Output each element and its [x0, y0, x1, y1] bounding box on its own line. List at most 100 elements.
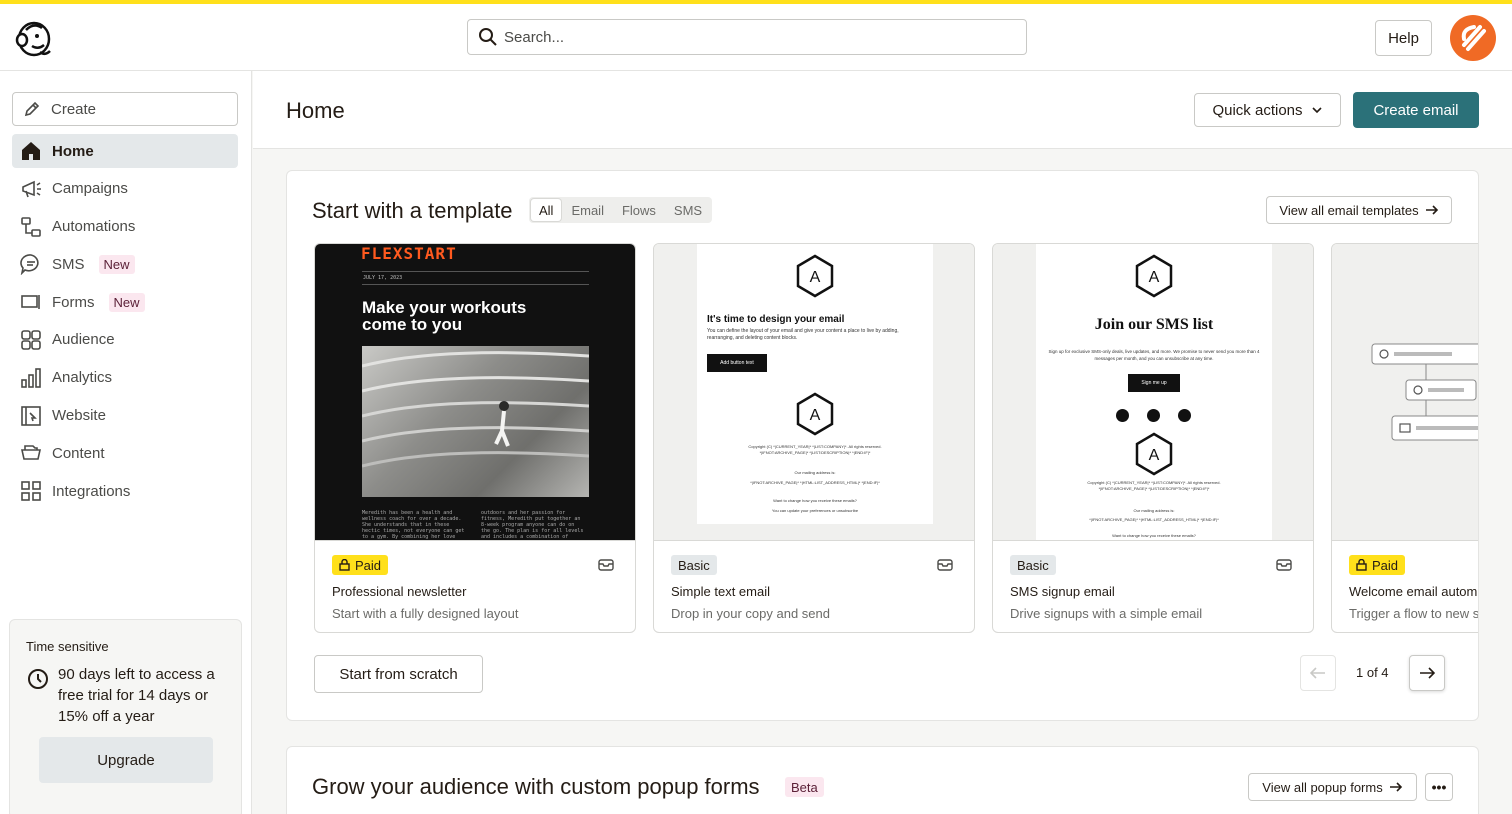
main-content: Home Quick actions Create email Start wi…: [253, 71, 1512, 814]
home-icon: [22, 142, 40, 160]
template-card[interactable]: FLEXSTART JULY 17, 2023 Make your workou…: [314, 243, 636, 633]
runner-photo-icon: [361, 351, 590, 468]
help-button[interactable]: Help: [1375, 20, 1432, 56]
badge-label: Paid: [355, 557, 382, 573]
sidebar-item-website[interactable]: Website: [12, 399, 238, 433]
form-icon: [21, 295, 40, 310]
sidebar-item-campaigns[interactable]: Campaigns: [12, 172, 238, 206]
template-card[interactable]: A It's time to design your email You can…: [653, 243, 975, 633]
template-filter-tabs: All Email Flows SMS: [529, 197, 713, 223]
search-icon: [479, 28, 497, 46]
template-preview: A Join our SMS list Sign up for exclusiv…: [993, 244, 1313, 541]
email-type-icon: [1276, 559, 1292, 571]
sms-email-preview: A Join our SMS list Sign up for exclusiv…: [1036, 244, 1272, 540]
page-header: Home Quick actions Create email: [253, 71, 1512, 149]
preview-button: Add button text: [707, 354, 767, 372]
card-description: Trigger a flow to new s: [1349, 606, 1479, 621]
clock-icon: [28, 669, 48, 689]
preview-brand: FLEXSTART: [361, 244, 457, 263]
preview-body: You can define the layout of your email …: [707, 328, 899, 341]
sidebar-item-label: Audience: [52, 331, 115, 349]
preview-column-left: Meredith has been a health and wellness …: [362, 510, 465, 540]
content-icon: [21, 445, 41, 461]
preview-address: *|IFNOT:ARCHIVE_PAGE|* *|HTML:LIST_ADDRE…: [1089, 517, 1219, 522]
logo-letter: A: [1149, 269, 1160, 286]
tab-all[interactable]: All: [531, 199, 562, 221]
pagination-text: 1 of 4: [1356, 665, 1389, 680]
view-all-templates-label: View all email templates: [1279, 202, 1419, 218]
audience-icon: [21, 330, 41, 350]
create-button[interactable]: Create: [12, 92, 238, 126]
account-avatar[interactable]: [1450, 15, 1496, 61]
bar-chart-icon: [21, 367, 41, 388]
facebook-icon: [1116, 409, 1129, 422]
upgrade-button[interactable]: Upgrade: [39, 737, 213, 783]
sidebar-item-label: Website: [52, 407, 106, 425]
pencil-icon: [24, 101, 40, 117]
previous-page-button[interactable]: [1300, 655, 1336, 691]
preview-date: JULY 17, 2023: [363, 275, 403, 281]
arrow-right-icon: [1425, 205, 1438, 215]
preview-footer: Copyright (C) *|CURRENT_YEAR|* *|LIST:CO…: [748, 444, 882, 455]
grid-icon: [21, 481, 41, 501]
view-all-templates-button[interactable]: View all email templates: [1266, 196, 1452, 224]
sidebar-item-home[interactable]: Home: [12, 134, 238, 168]
search-bar[interactable]: [467, 19, 1027, 55]
preview-button: Sign me up: [1128, 374, 1180, 392]
preview-mailing: Our mailing address is:: [1133, 508, 1175, 513]
sidebar-item-audience[interactable]: Audience: [12, 323, 238, 357]
trial-text: 90 days left to access a free trial for …: [58, 666, 215, 725]
sidebar-item-label: Automations: [52, 218, 136, 236]
create-email-button[interactable]: Create email: [1353, 92, 1479, 128]
preview-heading: Join our SMS list: [1094, 316, 1214, 333]
quick-actions-button[interactable]: Quick actions: [1194, 93, 1341, 127]
new-badge: New: [108, 292, 145, 312]
basic-badge: Basic: [671, 555, 717, 575]
sidebar-item-sms[interactable]: SMS New: [12, 247, 238, 281]
template-card[interactable]: A Join our SMS list Sign up for exclusiv…: [992, 243, 1314, 633]
card-title: SMS signup email: [1010, 584, 1115, 599]
sidebar-item-label: Integrations: [52, 482, 131, 500]
sidebar-item-analytics[interactable]: Analytics: [12, 361, 238, 395]
preview-change: Want to change how you receive these ema…: [1112, 533, 1196, 538]
next-page-button[interactable]: [1409, 655, 1445, 691]
paid-badge: Paid: [1349, 555, 1406, 575]
tab-email[interactable]: Email: [563, 199, 612, 221]
card-description: Start with a fully designed layout: [332, 606, 519, 621]
automations-icon: [21, 216, 41, 237]
tab-flows[interactable]: Flows: [614, 199, 664, 221]
search-input[interactable]: [504, 28, 1026, 46]
logo-letter: A: [1149, 447, 1160, 464]
chat-bubble-icon: [20, 254, 39, 276]
sidebar: Create Home Campaigns Automations SMS Ne…: [0, 71, 252, 814]
sidebar-item-content[interactable]: Content: [12, 436, 238, 470]
view-all-popup-forms-button[interactable]: View all popup forms: [1248, 773, 1417, 801]
preview-photo: [361, 346, 590, 497]
newsletter-preview-background: FLEXSTART JULY 17, 2023 Make your workou…: [315, 244, 635, 540]
basic-badge: Basic: [1010, 555, 1056, 575]
hexagon-logo-icon: A: [1135, 432, 1173, 476]
sidebar-item-automations[interactable]: Automations: [12, 210, 238, 244]
tab-sms[interactable]: SMS: [666, 199, 710, 221]
more-options-button[interactable]: •••: [1425, 773, 1453, 801]
mailchimp-logo-icon[interactable]: [12, 16, 56, 60]
arrow-left-icon: [1310, 667, 1325, 679]
logo-letter: A: [810, 407, 821, 424]
arrow-right-icon: [1420, 667, 1435, 679]
sidebar-item-label: Content: [52, 444, 105, 462]
start-from-scratch-button[interactable]: Start from scratch: [314, 655, 483, 693]
sidebar-item-label: Home: [52, 142, 94, 160]
arrow-right-icon: [1389, 782, 1402, 792]
view-all-popup-forms-label: View all popup forms: [1262, 779, 1383, 795]
sidebar-item-integrations[interactable]: Integrations: [12, 474, 238, 508]
new-badge: New: [98, 254, 135, 274]
popup-forms-title: Grow your audience with custom popup for…: [312, 774, 760, 799]
template-card[interactable]: Paid Welcome email autom Trigger a flow …: [1331, 243, 1479, 633]
email-type-icon: [598, 559, 614, 571]
card-title: Simple text email: [671, 584, 770, 599]
sidebar-item-forms[interactable]: Forms New: [12, 285, 238, 319]
sidebar-item-label: Analytics: [52, 369, 113, 387]
template-preview: [1332, 244, 1478, 541]
template-preview: FLEXSTART JULY 17, 2023 Make your workou…: [315, 244, 635, 541]
account-logo-icon: [1461, 25, 1486, 51]
